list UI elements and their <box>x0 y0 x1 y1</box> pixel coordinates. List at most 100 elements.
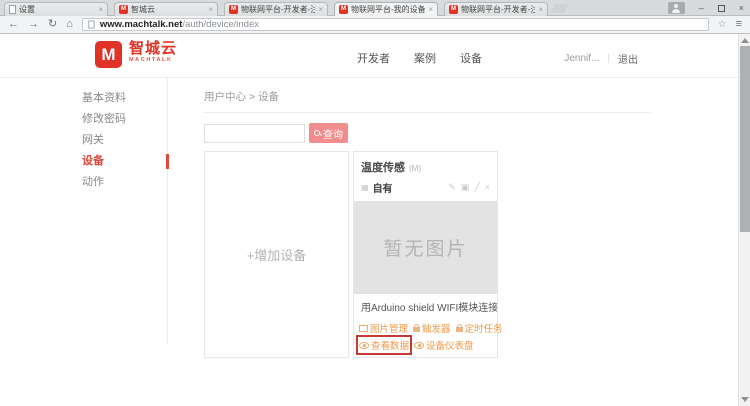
main-content: 用户中心 > 设备 查询 +增加设备 温度传感 (M) <box>168 78 750 406</box>
link-label: 触发器 <box>422 321 451 335</box>
scroll-up-arrow-icon[interactable] <box>741 38 749 43</box>
url-path: /auth/device/index <box>182 19 259 30</box>
link-view-data[interactable]: 查看数据 <box>359 338 409 352</box>
tab-settings[interactable]: 设置 × <box>4 2 108 16</box>
site-logo[interactable]: M 智城云 MACHTALK <box>95 41 177 68</box>
scroll-down-arrow-icon[interactable] <box>741 397 749 402</box>
device-name: 温度传感 <box>361 159 405 175</box>
settings-icon[interactable]: ▣ <box>461 182 470 193</box>
tab-developer-register-2[interactable]: M 物联网平台-开发者-注册... × <box>444 2 548 16</box>
search-icon <box>314 130 321 137</box>
back-icon[interactable]: ← <box>8 19 19 30</box>
logout-link[interactable]: 退出 <box>618 51 638 66</box>
page-scrollbar[interactable] <box>738 34 750 406</box>
sidebar-item-actions[interactable]: 动作 <box>80 172 167 193</box>
username[interactable]: Jennif... <box>564 53 599 64</box>
sidebar-item-devices[interactable]: 设备 <box>80 151 167 172</box>
profile-icon[interactable] <box>668 2 685 14</box>
link-label: 图片管理 <box>370 321 408 335</box>
eye-icon <box>359 342 369 349</box>
home-icon[interactable]: ⌂ <box>66 19 73 30</box>
user-area: Jennif... | 退出 <box>564 51 638 66</box>
device-card: 温度传感 (M) ▦ 自有 ✎ ▣ ╱ × <box>353 151 498 358</box>
link-label: 定时任务 <box>465 321 503 335</box>
link-device-dashboard[interactable]: 设备仪表盘 <box>414 338 474 352</box>
window-minimize-button[interactable]: – <box>699 3 704 13</box>
menu-icon[interactable]: ≡ <box>736 19 742 30</box>
logo-cube-icon: M <box>95 41 122 68</box>
machtalk-favicon-icon: M <box>339 5 348 14</box>
url-host: www.machtalk.net <box>100 19 183 30</box>
tab-close-icon[interactable]: × <box>208 6 213 14</box>
tab-close-icon[interactable]: × <box>538 6 543 14</box>
sidebar-item-label: 修改密码 <box>82 113 126 125</box>
tab-title: 设置 <box>19 4 95 15</box>
add-device-card[interactable]: +增加设备 <box>204 151 349 358</box>
nav-item-devices[interactable]: 设备 <box>460 50 482 66</box>
link-image-management[interactable]: 图片管理 <box>359 321 408 335</box>
sidebar-item-label: 网关 <box>82 134 104 146</box>
breadcrumb: 用户中心 > 设备 <box>204 89 750 104</box>
search-button[interactable]: 查询 <box>309 123 348 143</box>
forward-icon[interactable]: → <box>28 19 39 30</box>
sidebar-item-label: 基本资料 <box>82 92 126 104</box>
tab-my-devices-active[interactable]: M 物联网平台-我的设备 × <box>334 2 438 16</box>
tab-close-icon[interactable]: × <box>318 6 323 14</box>
window-maximize-button[interactable] <box>718 5 725 12</box>
link-label: 查看数据 <box>371 338 409 352</box>
lock-icon <box>413 327 420 332</box>
browser-toolbar: ← → ↻ ⌂ www.machtalk.net/auth/device/ind… <box>0 16 750 34</box>
machtalk-favicon-icon: M <box>119 5 128 14</box>
scrollbar-thumb[interactable] <box>740 46 750 232</box>
grid-icon: ▦ <box>361 184 369 192</box>
delete-icon[interactable]: × <box>485 182 490 193</box>
machtalk-favicon-icon: M <box>229 5 238 14</box>
edit-icon[interactable]: ✎ <box>448 182 456 193</box>
add-device-label: +增加设备 <box>247 245 307 264</box>
reload-icon[interactable]: ↻ <box>48 19 57 30</box>
device-status-icon: (M) <box>409 164 421 173</box>
logo-text: 智城云 <box>129 41 177 57</box>
sidebar-item-basic-info[interactable]: 基本资料 <box>80 88 167 109</box>
link-label: 设备仪表盘 <box>426 338 474 352</box>
tab-title: 智城云 <box>131 4 205 15</box>
lock-icon <box>456 327 463 332</box>
top-nav: 开发者 案例 设备 <box>357 50 482 66</box>
device-links: 图片管理 触发器 定时任务 查看数据 设备仪表盘 <box>354 316 497 357</box>
window-close-button[interactable]: × <box>739 3 744 13</box>
nav-item-developer[interactable]: 开发者 <box>357 50 390 66</box>
tab-machtalk-home[interactable]: M 智城云 × <box>114 2 218 16</box>
tab-close-icon[interactable]: × <box>98 6 103 14</box>
machtalk-favicon-icon: M <box>449 5 458 14</box>
address-bar[interactable]: www.machtalk.net/auth/device/index <box>82 18 709 31</box>
separator: | <box>607 53 610 64</box>
divider <box>204 112 651 113</box>
tab-developer-register-1[interactable]: M 物联网平台-开发者-注册... × <box>224 2 328 16</box>
page-viewport: M 智城云 MACHTALK 开发者 案例 设备 Jennif... | 退出 … <box>0 34 750 406</box>
search-button-label: 查询 <box>323 126 343 141</box>
browser-tab-strip: 设置 × M 智城云 × M 物联网平台-开发者-注册... × M 物联网平台… <box>0 0 750 16</box>
sidebar: 基本资料 修改密码 网关 设备 动作 <box>80 78 168 344</box>
page-favicon-icon <box>9 5 16 14</box>
sidebar-item-change-password[interactable]: 修改密码 <box>80 109 167 130</box>
tab-close-icon[interactable]: × <box>428 6 433 14</box>
tab-title: 物联网平台-我的设备 <box>351 4 425 15</box>
sidebar-item-gateway[interactable]: 网关 <box>80 130 167 151</box>
eye-icon <box>414 342 424 349</box>
device-image-placeholder: 暂无图片 <box>354 201 497 294</box>
nav-item-cases[interactable]: 案例 <box>414 50 436 66</box>
link-triggers[interactable]: 触发器 <box>413 321 451 335</box>
search-row: 查询 <box>204 123 750 143</box>
tab-title: 物联网平台-开发者-注册... <box>461 4 535 15</box>
bookmark-star-icon[interactable]: ☆ <box>718 20 727 30</box>
search-input[interactable] <box>204 124 305 143</box>
device-description: 用Arduino shield WIFI模块连接物... <box>354 294 497 316</box>
site-header: M 智城云 MACHTALK 开发者 案例 设备 Jennif... | 退出 <box>0 34 750 78</box>
ownership-label: 自有 <box>373 180 445 195</box>
pen-icon[interactable]: ╱ <box>474 182 479 193</box>
active-indicator-bar <box>166 154 169 169</box>
picture-icon <box>359 325 368 332</box>
new-tab-button[interactable] <box>551 4 568 13</box>
link-scheduled-tasks[interactable]: 定时任务 <box>456 321 503 335</box>
page-icon <box>88 20 94 28</box>
